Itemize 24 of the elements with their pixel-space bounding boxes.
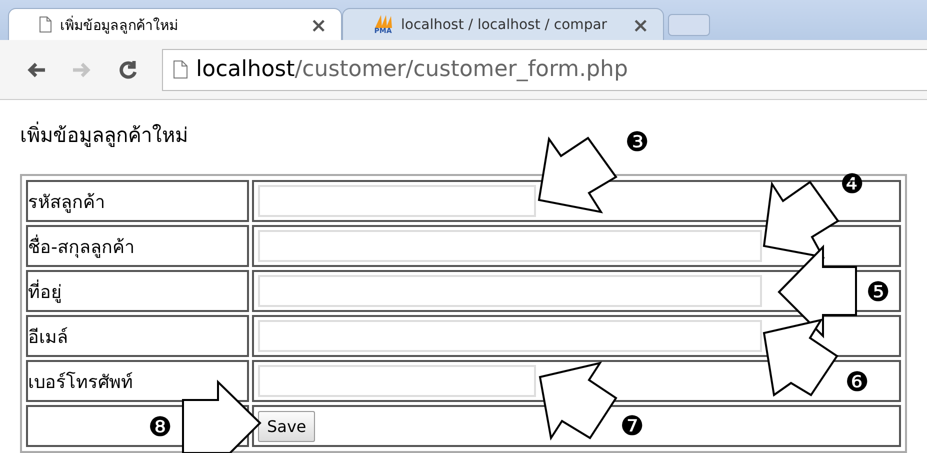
text-input[interactable] [258, 275, 762, 307]
field-label: อีเมล์ [26, 315, 249, 357]
field-label: ที่อยู่ [26, 270, 249, 312]
text-input[interactable] [258, 185, 536, 217]
step-number: ❼ [620, 412, 644, 442]
page-heading: เพิ่มข้อมูลลูกค้าใหม่ [20, 122, 188, 148]
step-number: ❸ [625, 128, 650, 158]
page-icon [39, 16, 52, 33]
address-bar[interactable]: localhost/customer/customer_form.php [162, 48, 927, 90]
browser-tab[interactable]: เพิ่มข้อมูลลูกค้าใหม่ × [8, 8, 342, 40]
text-input[interactable] [258, 230, 762, 262]
url-text: localhost/customer/customer_form.php [196, 57, 628, 82]
text-input[interactable] [258, 320, 762, 352]
step-number: ❺ [866, 278, 890, 308]
field-label: รหัสลูกค้า [26, 180, 249, 222]
page-icon [173, 60, 188, 79]
field-label: ชื่อ-สกุลลูกค้า [26, 225, 249, 267]
save-button[interactable]: Save [258, 410, 316, 442]
close-icon[interactable]: × [310, 12, 327, 36]
new-tab-button[interactable] [668, 14, 710, 36]
step-number: ❻ [845, 368, 870, 398]
step-number: ❽ [148, 413, 172, 443]
close-icon[interactable]: × [632, 12, 649, 36]
text-input[interactable] [258, 365, 536, 397]
